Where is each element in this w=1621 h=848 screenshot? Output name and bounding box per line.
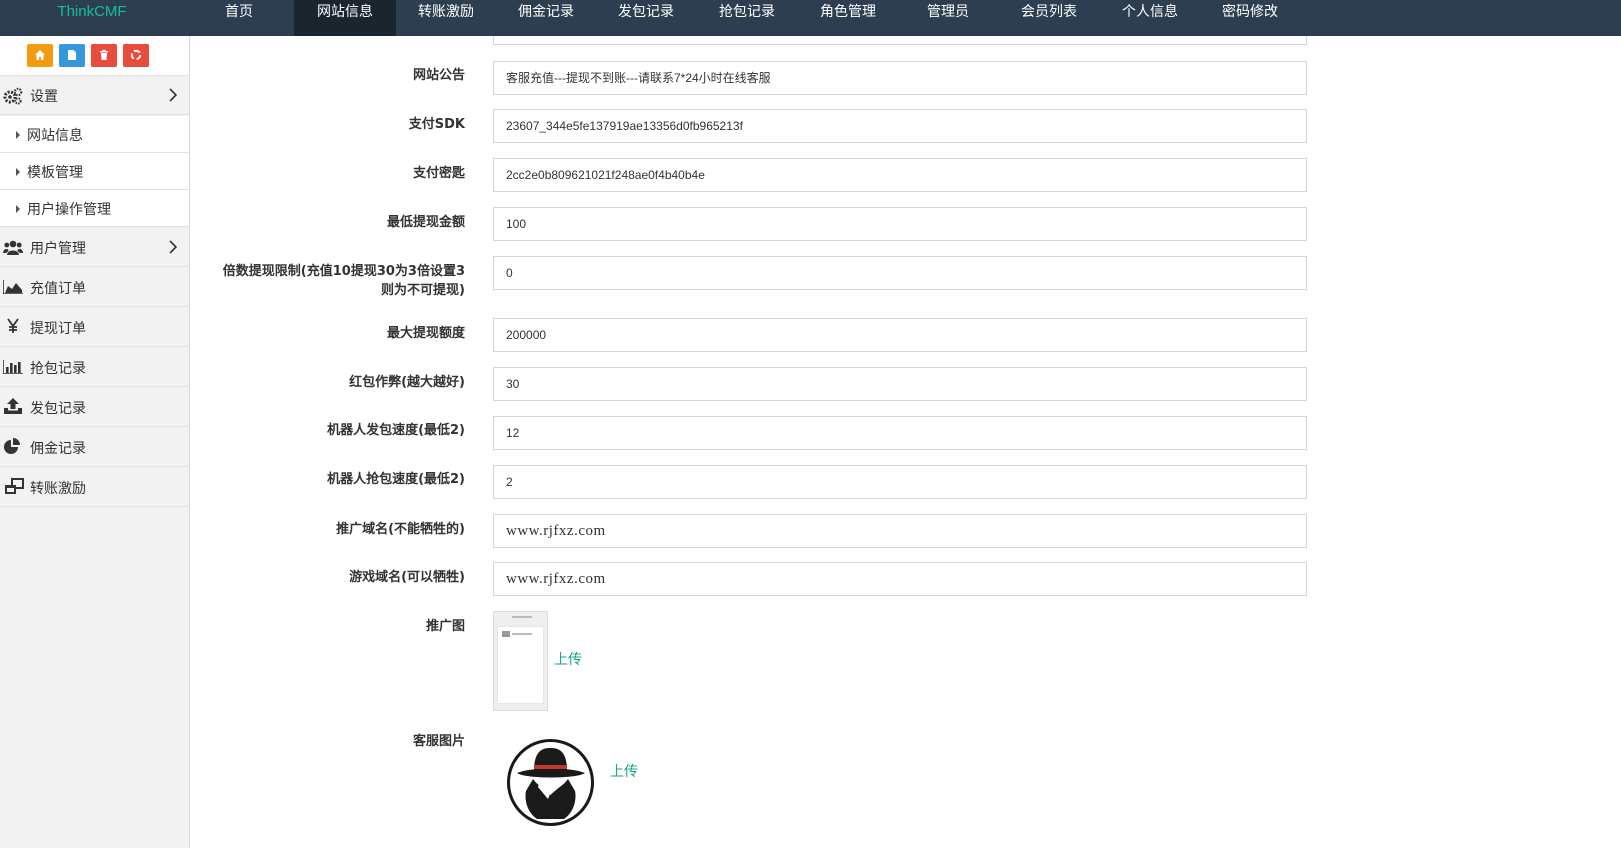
bar-chart-icon	[2, 360, 23, 378]
file-icon	[68, 50, 76, 60]
upload-icon	[3, 398, 23, 418]
promo-image-header	[512, 616, 532, 618]
sidebar-item-label: 抢包记录	[30, 361, 86, 377]
packet-cheat-input[interactable]: 30	[493, 367, 1307, 401]
sidebar-subitem-label: 用户操作管理	[27, 202, 111, 218]
sidebar-item-commission-records[interactable]: 佣金记录	[0, 427, 189, 467]
nav-personal-info[interactable]: 个人信息	[1100, 0, 1200, 36]
shortcut-file-button[interactable]	[59, 44, 85, 67]
sidebar-subitem-user-operation[interactable]: 用户操作管理	[0, 190, 189, 227]
sidebar-item-label: 提现订单	[30, 321, 86, 337]
nav-member-list[interactable]: 会员列表	[998, 0, 1100, 36]
nav-role-management[interactable]: 角色管理	[798, 0, 898, 36]
sidebar-item-transfer-incentive[interactable]: 转账激励	[0, 467, 189, 507]
pie-chart-icon	[3, 438, 23, 460]
label-line: 则为不可提现)	[381, 283, 465, 298]
min-withdraw-input[interactable]: 100	[493, 207, 1307, 241]
sidebar-subitem-label: 网站信息	[27, 128, 83, 144]
label-min-withdraw: 最低提现金额	[386, 215, 465, 230]
label-promo-image: 推广图	[425, 619, 465, 634]
label-payment-key: 支付密匙	[412, 166, 465, 181]
nav-administrators[interactable]: 管理员	[898, 0, 998, 36]
sidebar-shortcuts	[0, 36, 189, 76]
sidebar-item-settings[interactable]: 设置	[0, 76, 189, 115]
shortcut-home-button[interactable]	[27, 44, 53, 67]
sidebar-item-label: 发包记录	[30, 401, 86, 417]
sidebar-item-send-packet-records[interactable]: 发包记录	[0, 387, 189, 427]
service-image-upload-link[interactable]: 上传	[610, 761, 638, 781]
caret-right-icon	[16, 205, 20, 213]
sidebar-subitem-template-management[interactable]: 模板管理	[0, 153, 189, 190]
game-domain-input[interactable]: www.rjfxz.com	[493, 562, 1307, 596]
sidebar-subitem-label: 模板管理	[27, 165, 83, 181]
site-notice-input[interactable]: 客服充值---提现不到账---请联系7*24小时在线客服	[493, 61, 1307, 95]
sidebar-item-recharge-orders[interactable]: 充值订单	[0, 267, 189, 307]
nav-grab-packet-records[interactable]: 抢包记录	[696, 0, 798, 36]
sidebar-item-label: 用户管理	[30, 241, 86, 257]
label-site-notice: 网站公告	[412, 68, 465, 83]
trash-icon	[100, 49, 108, 60]
label-game-domain: 游戏域名(可以牺牲)	[349, 570, 465, 585]
home-icon	[35, 50, 45, 60]
promo-domain-input[interactable]: www.rjfxz.com	[493, 514, 1307, 548]
label-promo-domain: 推广域名(不能牺牲的)	[336, 522, 465, 537]
label-line: 倍数提现限制(充值10提现30为3倍设置3	[222, 264, 465, 279]
label-max-withdraw: 最大提现额度	[386, 326, 465, 341]
gears-icon	[3, 87, 23, 109]
windows-icon	[3, 478, 25, 500]
payment-sdk-input[interactable]: 23607_344e5fe137919ae13356d0fb965213f	[493, 109, 1307, 143]
users-icon	[3, 239, 23, 259]
recycle-icon	[130, 49, 142, 61]
top-navbar: ThinkCMF 首页 网站信息 转账激励 佣金记录 发包记录 抢包记录 角色管…	[0, 0, 1621, 36]
promo-image-avatar	[502, 631, 510, 637]
caret-right-icon	[16, 131, 20, 139]
sidebar-item-label: 转账激励	[30, 481, 86, 497]
robot-grab-speed-input[interactable]: 2	[493, 465, 1307, 499]
service-avatar-image	[507, 739, 594, 826]
nav-site-info[interactable]: 网站信息	[294, 0, 396, 36]
payment-key-input[interactable]: 2cc2e0b809621021f248ae0f4b40b4e	[493, 158, 1307, 192]
multiple-withdraw-limit-input[interactable]: 0	[493, 256, 1307, 290]
shortcut-recycle-button[interactable]	[123, 44, 149, 67]
area-chart-icon	[2, 280, 23, 298]
sidebar-item-grab-packet-records[interactable]: 抢包记录	[0, 347, 189, 387]
sidebar-item-label: 充值订单	[30, 281, 86, 297]
caret-right-icon	[16, 168, 20, 176]
chevron-right-icon	[169, 88, 178, 106]
yen-icon	[6, 318, 20, 338]
label-service-image: 客服图片	[412, 734, 465, 749]
nav-transfer-incentive[interactable]: 转账激励	[396, 0, 496, 36]
chevron-right-icon	[169, 240, 178, 258]
label-multiple-withdraw-limit: 倍数提现限制(充值10提现30为3倍设置3 则为不可提现)	[223, 262, 465, 300]
promo-image-text	[512, 633, 532, 635]
promo-image-upload-link[interactable]: 上传	[554, 649, 582, 669]
robot-send-speed-input[interactable]: 12	[493, 416, 1307, 450]
sidebar-item-label: 设置	[30, 89, 58, 105]
sidebar-item-user-management[interactable]: 用户管理	[0, 227, 189, 267]
nav-change-password[interactable]: 密码修改	[1200, 0, 1300, 36]
shortcut-trash-button[interactable]	[91, 44, 117, 67]
sidebar-subitem-site-info[interactable]: 网站信息	[0, 116, 189, 153]
max-withdraw-input[interactable]: 200000	[493, 318, 1307, 352]
label-robot-send-speed: 机器人发包速度(最低2)	[327, 423, 465, 438]
sidebar-item-withdraw-orders[interactable]: 提现订单	[0, 307, 189, 347]
label-packet-cheat: 红包作弊(越大越好)	[349, 375, 465, 390]
previous-field-edge	[493, 36, 1307, 45]
brand-logo[interactable]: ThinkCMF	[0, 0, 184, 24]
label-robot-grab-speed: 机器人抢包速度(最低2)	[327, 472, 465, 487]
sidebar: 设置 网站信息 模板管理 用户操作管理 用户管理 充值订单 提现订单 抢包记录 …	[0, 36, 190, 848]
promo-image-screen	[497, 626, 544, 704]
nav-send-packet-records[interactable]: 发包记录	[596, 0, 696, 36]
nav-home[interactable]: 首页	[196, 0, 282, 36]
label-payment-sdk: 支付SDK	[408, 117, 465, 132]
promo-image-thumbnail	[493, 611, 548, 711]
nav-commission-records[interactable]: 佣金记录	[496, 0, 596, 36]
sidebar-item-label: 佣金记录	[30, 441, 86, 457]
